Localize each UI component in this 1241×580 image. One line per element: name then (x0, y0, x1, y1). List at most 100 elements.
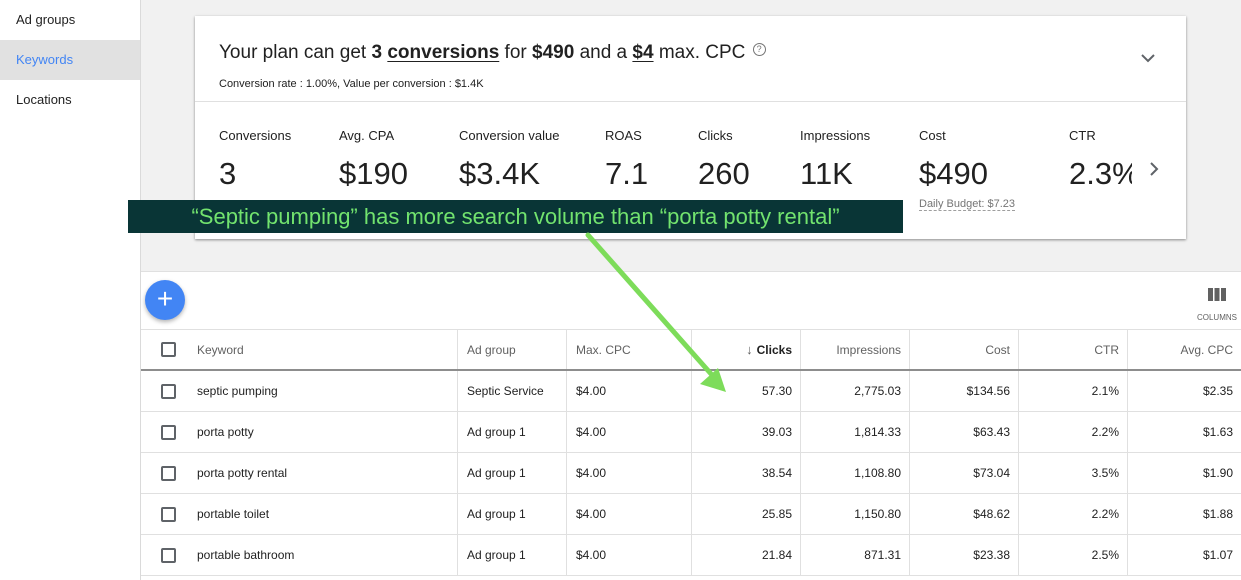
cell-ctr: 2.2% (1018, 412, 1127, 452)
cell-max-cpc[interactable]: $4.00 (566, 412, 691, 452)
sort-arrow-icon: ↓ (746, 342, 753, 357)
daily-budget-link[interactable]: Daily Budget: $7.23 (919, 198, 1016, 211)
keyword-table-panel: + COLUMNS Keyword Ad group Max. CPC ↓ Cli… (141, 271, 1241, 580)
cell-impressions: 871.31 (800, 535, 909, 575)
sidebar-item-keywords[interactable]: Keywords (0, 40, 140, 80)
metric-impressions: Impressions 11K (800, 128, 870, 192)
row-checkbox[interactable] (161, 424, 176, 440)
cell-ad-group[interactable]: Ad group 1 (457, 535, 566, 575)
table-row[interactable]: septic pumping Septic Service $4.00 57.3… (141, 371, 1241, 412)
cell-impressions: 1,108.80 (800, 453, 909, 493)
sidebar-item-locations[interactable]: Locations (0, 80, 140, 120)
metric-value: 260 (698, 156, 750, 191)
cell-max-cpc[interactable]: $4.00 (566, 494, 691, 534)
metric-label: Avg. CPA (339, 128, 395, 143)
row-checkbox[interactable] (161, 506, 176, 522)
cell-avg-cpc: $2.35 (1127, 371, 1241, 411)
column-header-cost[interactable]: Cost (909, 330, 1018, 369)
cell-ctr: 2.1% (1018, 371, 1127, 411)
metric-label: Clicks (698, 128, 733, 143)
plan-conversions-link[interactable]: conversions (387, 42, 499, 63)
column-header-clicks[interactable]: ↓ Clicks (691, 330, 800, 369)
annotation-callout: “Septic pumping” has more search volume … (128, 200, 903, 233)
metric-roas: ROAS 7.1 (605, 128, 648, 192)
cell-ad-group[interactable]: Ad group 1 (457, 494, 566, 534)
cell-avg-cpc: $1.88 (1127, 494, 1241, 534)
metric-value: 7.1 (605, 156, 649, 191)
select-all-checkbox[interactable] (161, 342, 176, 357)
metric-label: Conversions (219, 128, 292, 143)
cell-max-cpc[interactable]: $4.00 (566, 371, 691, 411)
cell-keyword[interactable]: portable toilet (197, 494, 457, 534)
metric-clicks: Clicks 260 (698, 128, 750, 192)
card-divider (195, 101, 1186, 102)
help-icon[interactable]: ? (752, 43, 766, 56)
sidebar: Ad groups Keywords Locations (0, 0, 141, 580)
cell-keyword[interactable]: septic pumping (197, 371, 457, 411)
sidebar-item-ad-groups[interactable]: Ad groups (0, 0, 140, 40)
cell-max-cpc[interactable]: $4.00 (566, 453, 691, 493)
cell-ctr: 2.2% (1018, 494, 1127, 534)
cell-ad-group[interactable]: Septic Service (457, 371, 566, 411)
plan-headline-prefix: Your plan can get (219, 42, 372, 63)
chevron-right-icon[interactable] (1150, 159, 1159, 182)
cell-clicks: 21.84 (691, 535, 800, 575)
cell-ad-group[interactable]: Ad group 1 (457, 412, 566, 452)
metric-value: 2.3% (1069, 156, 1132, 191)
plan-max-cpc-link[interactable]: $4 (632, 42, 653, 63)
metric-label: Conversion value (459, 128, 560, 143)
column-header-avg-cpc[interactable]: Avg. CPC (1127, 330, 1241, 369)
row-checkbox[interactable] (161, 383, 176, 399)
row-checkbox[interactable] (161, 547, 176, 563)
keyword-table: Keyword Ad group Max. CPC ↓ Clicks Impres… (141, 329, 1241, 576)
columns-button[interactable]: COLUMNS (1195, 288, 1239, 322)
row-checkbox-cell (161, 535, 181, 575)
table-row[interactable]: portable bathroom Ad group 1 $4.00 21.84… (141, 535, 1241, 576)
metric-value: 11K (800, 156, 853, 191)
metric-label: Impressions (800, 128, 871, 143)
metric-conversions: Conversions 3 (219, 128, 291, 192)
cell-keyword[interactable]: porta potty (197, 412, 457, 452)
metric-cost: Cost $490 (919, 128, 988, 192)
table-row[interactable]: porta potty Ad group 1 $4.00 39.03 1,814… (141, 412, 1241, 453)
chevron-down-icon[interactable] (1141, 50, 1155, 68)
cell-clicks: 57.30 (691, 371, 800, 411)
columns-icon (1208, 288, 1226, 301)
cell-keyword[interactable]: portable bathroom (197, 535, 457, 575)
metric-ctr: CTR 2.3% (1069, 128, 1132, 192)
plan-conversions-count: 3 (371, 42, 383, 63)
cell-keyword[interactable]: porta potty rental (197, 453, 457, 493)
column-header-clicks-label: Clicks (756, 342, 792, 357)
metric-avg-cpa: Avg. CPA $190 (339, 128, 408, 192)
cell-cost: $134.56 (909, 371, 1018, 411)
table-row[interactable]: portable toilet Ad group 1 $4.00 25.85 1… (141, 494, 1241, 535)
add-keyword-button[interactable]: + (145, 280, 185, 320)
plan-headline-and: and a (574, 42, 633, 63)
column-header-ad-group[interactable]: Ad group (457, 330, 566, 369)
plan-budget-amount: $490 (532, 42, 575, 63)
cell-avg-cpc: $1.63 (1127, 412, 1241, 452)
cell-avg-cpc: $1.07 (1127, 535, 1241, 575)
plan-headline-suffix: max. CPC (653, 42, 746, 63)
column-header-keyword[interactable]: Keyword (197, 330, 457, 369)
table-row[interactable]: porta potty rental Ad group 1 $4.00 38.5… (141, 453, 1241, 494)
row-checkbox-cell (161, 494, 181, 534)
column-header-ctr[interactable]: CTR (1018, 330, 1127, 369)
cell-ad-group[interactable]: Ad group 1 (457, 453, 566, 493)
cell-max-cpc[interactable]: $4.00 (566, 535, 691, 575)
cell-clicks: 38.54 (691, 453, 800, 493)
metric-label: ROAS (605, 128, 642, 143)
select-all-checkbox-cell (161, 330, 181, 369)
cell-clicks: 25.85 (691, 494, 800, 534)
column-header-max-cpc[interactable]: Max. CPC (566, 330, 691, 369)
column-header-impressions[interactable]: Impressions (800, 330, 909, 369)
row-checkbox[interactable] (161, 465, 176, 481)
cell-impressions: 1,150.80 (800, 494, 909, 534)
cell-cost: $23.38 (909, 535, 1018, 575)
metric-value: $3.4K (459, 156, 541, 191)
cell-impressions: 1,814.33 (800, 412, 909, 452)
columns-label: COLUMNS (1196, 313, 1237, 322)
cell-ctr: 3.5% (1018, 453, 1127, 493)
cell-ctr: 2.5% (1018, 535, 1127, 575)
metric-label: Cost (919, 128, 946, 143)
